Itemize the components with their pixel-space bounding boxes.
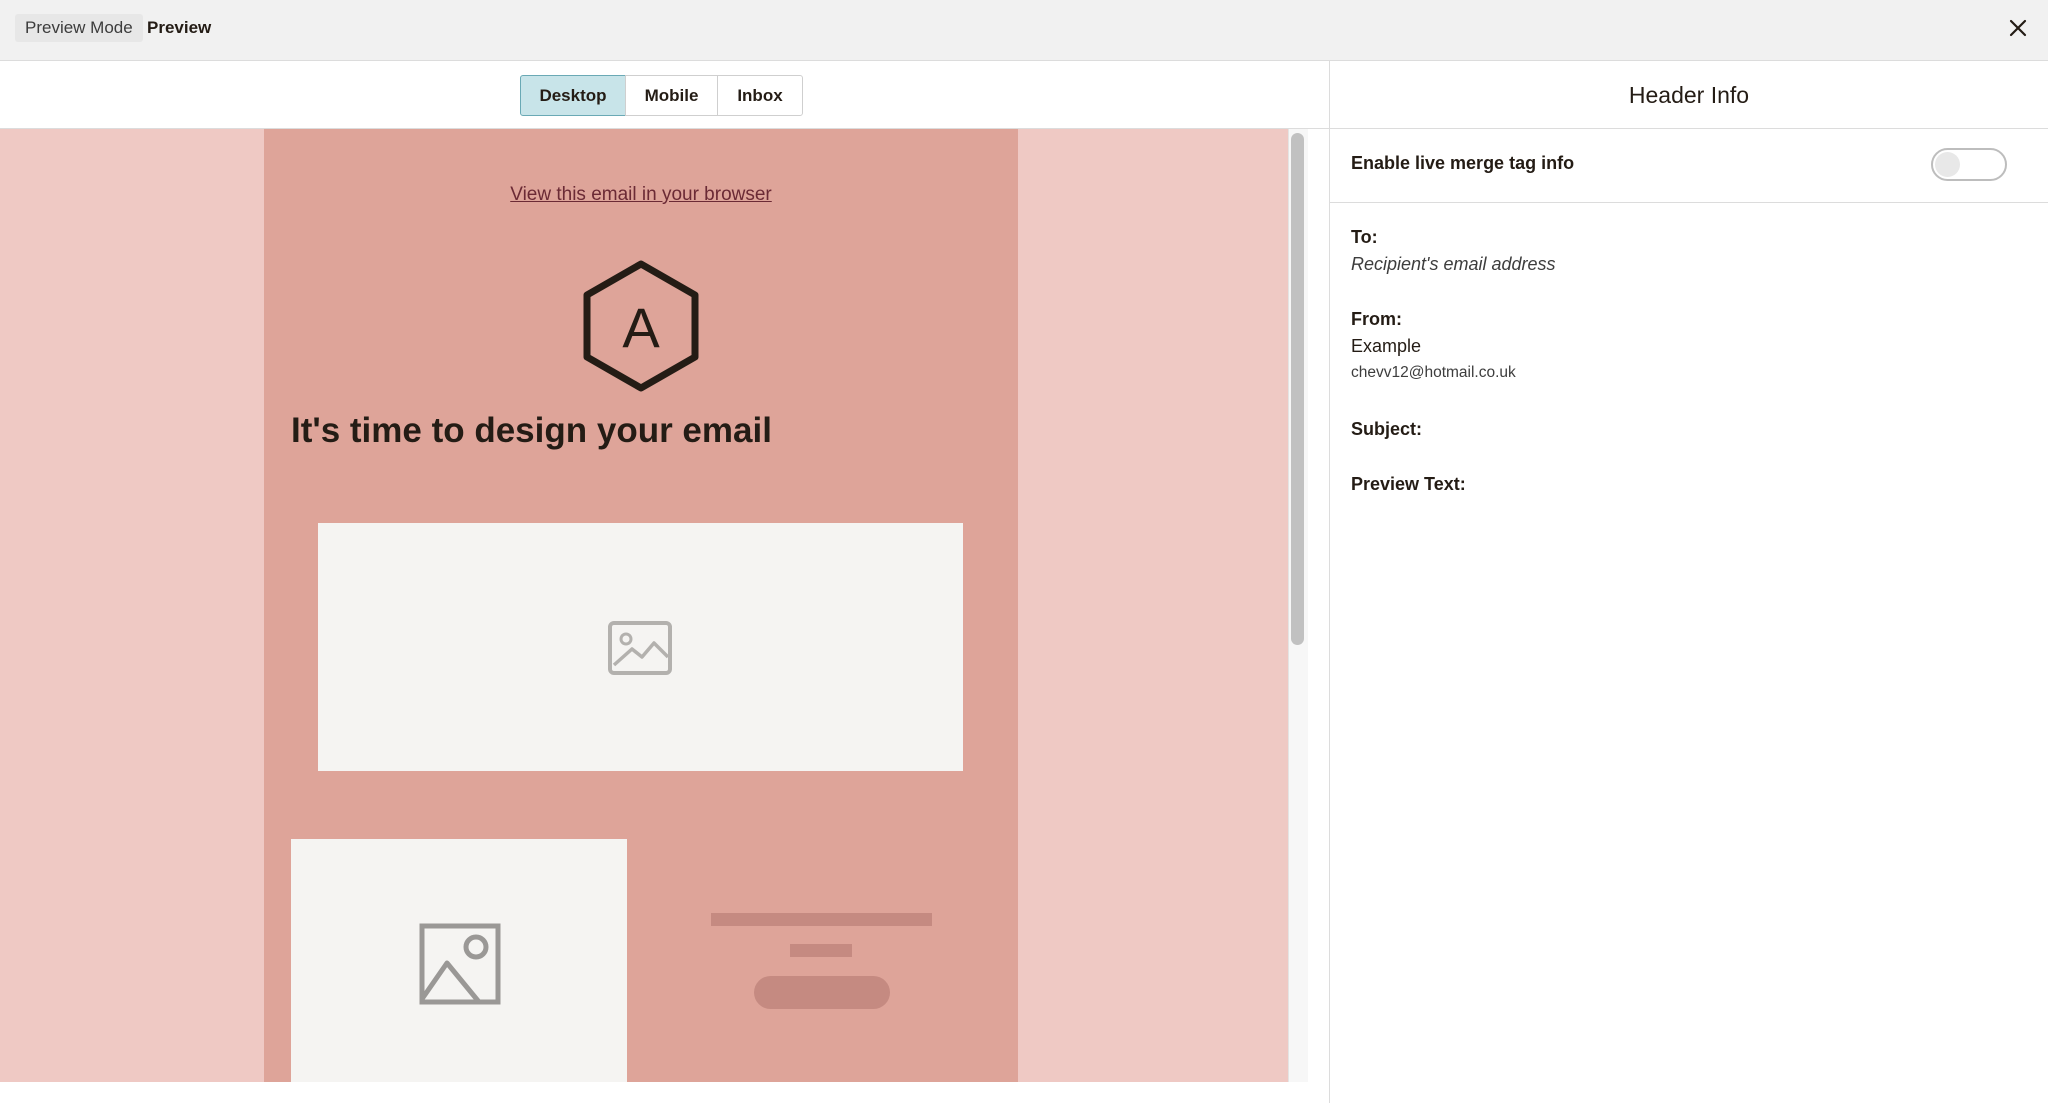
to-label: To: (1351, 227, 1378, 247)
toggle-knob (1935, 152, 1960, 177)
preview-mode-label: Preview Mode (15, 14, 143, 42)
view-in-browser-link[interactable]: View this email in your browser (264, 184, 1018, 206)
text-placeholder-line-short (790, 944, 852, 957)
page-title: Preview (147, 18, 212, 37)
email-body: View this email in your browser A It's t… (264, 129, 1018, 1082)
button-placeholder (754, 976, 890, 1009)
logo-letter: A (622, 296, 660, 359)
panel-title: Header Info (1330, 61, 2048, 129)
close-icon[interactable] (2004, 14, 2032, 42)
merge-toggle-label: Enable live merge tag info (1351, 153, 1575, 173)
from-email: chevv12@hotmail.co.uk (1351, 364, 1516, 381)
image-placeholder-block-small[interactable] (291, 839, 627, 1082)
subject-label: Subject: (1351, 419, 1423, 439)
top-bar: Preview Mode Preview (0, 0, 2048, 61)
merge-tag-row: Enable live merge tag info (1330, 129, 2048, 203)
from-label: From: (1351, 309, 1402, 329)
email-preview-viewport[interactable]: View this email in your browser A It's t… (0, 129, 1288, 1082)
image-placeholder-block[interactable] (318, 523, 963, 771)
preview-pane: Desktop Mobile Inbox View this email in … (0, 61, 1329, 1103)
tab-inbox[interactable]: Inbox (717, 75, 803, 116)
from-name: Example (1351, 336, 1422, 356)
preview-text-label: Preview Text: (1351, 474, 1466, 494)
to-value: Recipient's email address (1351, 254, 1556, 274)
scrollbar-thumb[interactable] (1291, 133, 1304, 645)
device-tabs-bar: Desktop Mobile Inbox (0, 61, 1329, 129)
header-info-panel: Header Info Enable live merge tag info T… (1329, 61, 2048, 1103)
image-placeholder-icon (419, 923, 501, 1005)
email-headline: It's time to design your email (291, 411, 772, 450)
text-placeholder-line (711, 913, 932, 926)
device-tab-group: Desktop Mobile Inbox (520, 75, 803, 116)
logo-hexagon: A (583, 260, 699, 392)
tab-mobile[interactable]: Mobile (625, 75, 718, 116)
tab-desktop[interactable]: Desktop (520, 75, 626, 116)
image-placeholder-icon (608, 621, 672, 675)
merge-tag-toggle[interactable] (1931, 148, 2007, 181)
